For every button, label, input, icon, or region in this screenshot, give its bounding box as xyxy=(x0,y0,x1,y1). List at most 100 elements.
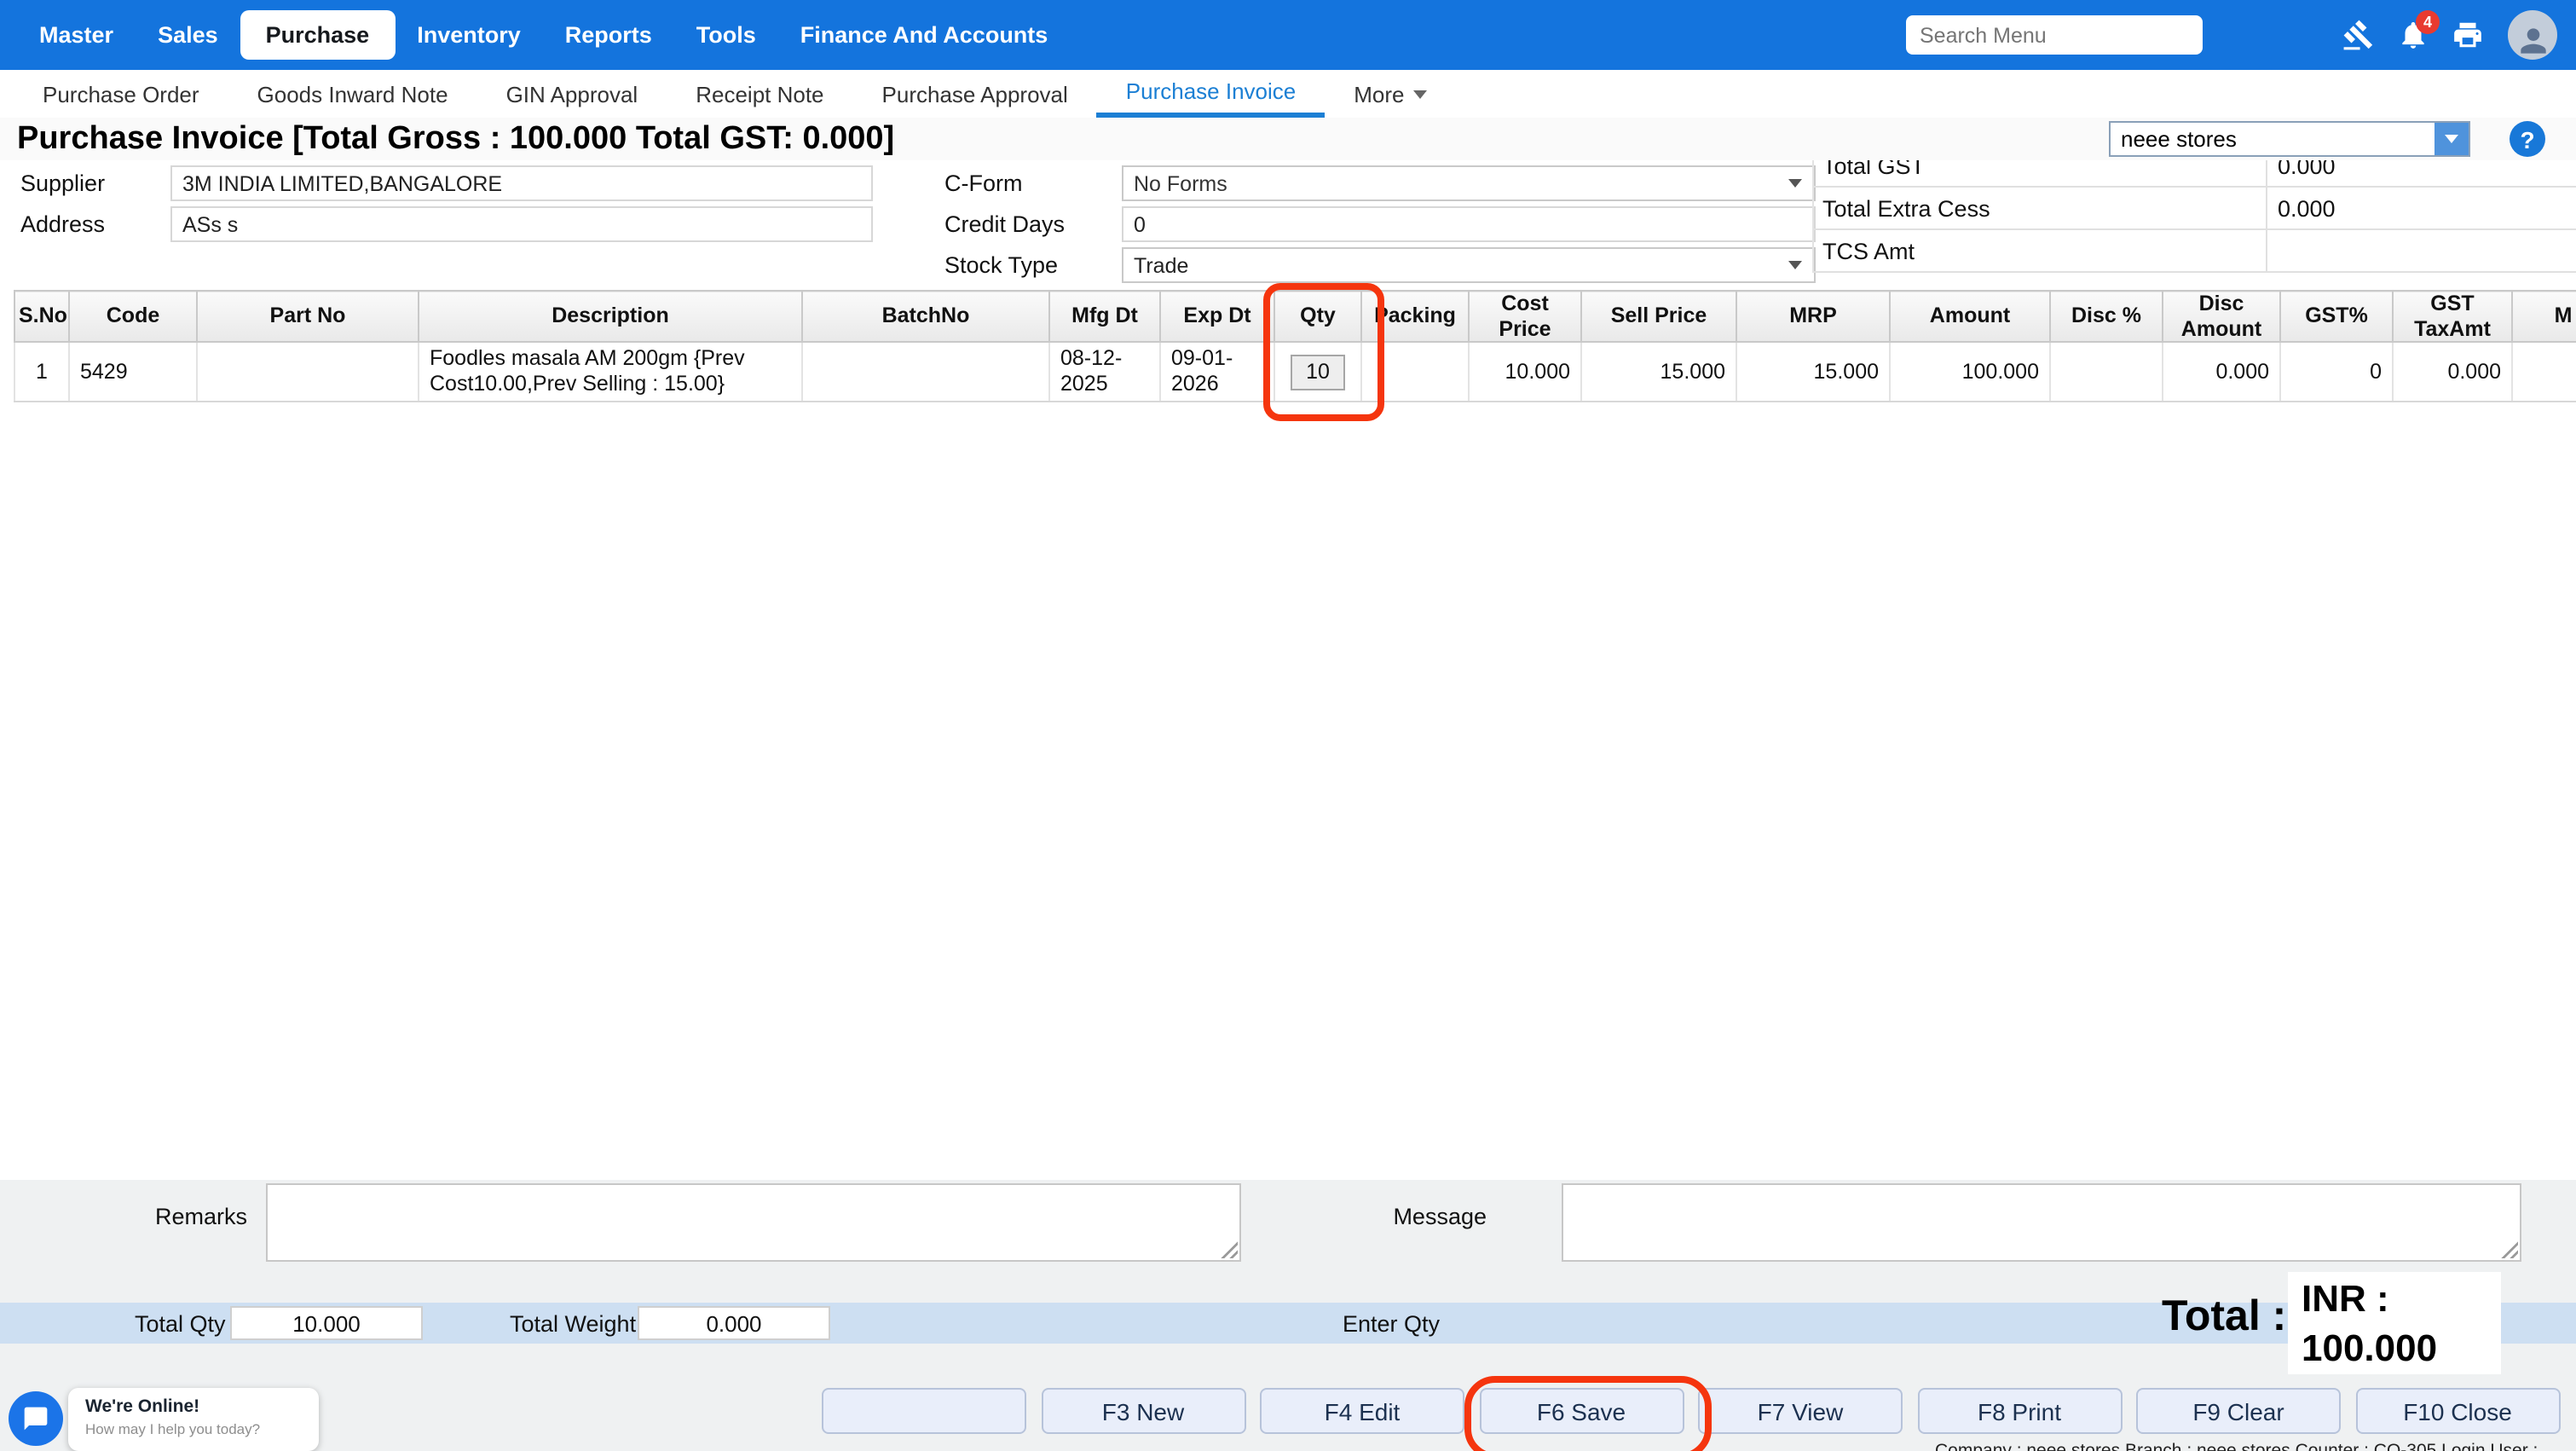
col-m: M xyxy=(2512,291,2576,342)
total-weight-label: Total Weight xyxy=(510,1303,636,1344)
cell-gst-pct[interactable]: 0 xyxy=(2280,342,2393,402)
remarks-label: Remarks xyxy=(155,1204,247,1229)
cell-gst-taxamt[interactable]: 0.000 xyxy=(2393,342,2512,402)
col-mrp: MRP xyxy=(1736,291,1890,342)
cell-mrp[interactable]: 15.000 xyxy=(1736,342,1890,402)
cell-exp-dt[interactable]: 09-01-2026 xyxy=(1160,342,1274,402)
screen: Master Sales Purchase Inventory Reports … xyxy=(0,0,2576,1451)
credit-days-input[interactable] xyxy=(1122,206,1816,242)
qty-input[interactable]: 10 xyxy=(1291,354,1345,390)
total-qty-input[interactable] xyxy=(230,1306,423,1340)
supplier-label: Supplier xyxy=(20,165,105,201)
nav-tools[interactable]: Tools xyxy=(674,22,778,48)
chat-status-title: We're Online! xyxy=(85,1396,302,1417)
f9-clear-button[interactable]: F9 Clear xyxy=(2136,1388,2341,1434)
gavel-icon[interactable] xyxy=(2339,16,2377,54)
cell-packing[interactable] xyxy=(1361,342,1469,402)
nav-sales[interactable]: Sales xyxy=(136,22,240,48)
cell-qty[interactable]: 10 xyxy=(1274,342,1361,402)
nav-purchase[interactable]: Purchase xyxy=(240,10,396,60)
chevron-down-icon xyxy=(1788,261,1802,269)
tab-more[interactable]: More xyxy=(1325,70,1455,118)
tab-purchase-approval[interactable]: Purchase Approval xyxy=(853,70,1097,118)
cell-disc-amount[interactable]: 0.000 xyxy=(2163,342,2280,402)
col-code: Code xyxy=(69,291,197,342)
chat-icon xyxy=(22,1405,49,1432)
f10-close-button[interactable]: F10 Close xyxy=(2355,1388,2560,1434)
store-selector[interactable]: neee stores xyxy=(2109,121,2470,157)
f3-new-button[interactable]: F3 New xyxy=(1041,1388,1245,1434)
col-gst-taxamt: GST TaxAmt xyxy=(2393,291,2512,342)
cform-select-value: No Forms xyxy=(1123,171,1788,195)
gst-summary-panel: Total GST 0.000 Total Extra Cess 0.000 T… xyxy=(1812,145,2576,273)
invoice-items-table-wrap: S.No Code Part No Description BatchNo Mf… xyxy=(14,290,2576,402)
nav-reports[interactable]: Reports xyxy=(543,22,674,48)
address-label: Address xyxy=(20,206,105,242)
topnav-right-cluster: 4 xyxy=(1906,10,2576,60)
top-navigation: Master Sales Purchase Inventory Reports … xyxy=(0,0,2576,70)
tab-purchase-order[interactable]: Purchase Order xyxy=(14,70,228,118)
nav-master[interactable]: Master xyxy=(17,22,136,48)
col-mfg-dt: Mfg Dt xyxy=(1049,291,1160,342)
chat-status-card[interactable]: We're Online! How may I help you today? xyxy=(68,1388,319,1451)
nav-inventory[interactable]: Inventory xyxy=(395,22,543,48)
total-extra-cess-label: Total Extra Cess xyxy=(1814,195,1990,221)
grand-total-box: INR : 100.000 xyxy=(2288,1272,2501,1374)
message-textarea-wrap xyxy=(1562,1183,2521,1262)
printer-icon[interactable] xyxy=(2448,16,2486,54)
remarks-textarea[interactable] xyxy=(266,1183,1241,1262)
invoice-header-form: Supplier Address C-Form No Forms Credit … xyxy=(0,160,2576,290)
bell-icon[interactable]: 4 xyxy=(2394,16,2431,54)
blank-button[interactable] xyxy=(822,1388,1026,1434)
cell-description[interactable]: Foodles masala AM 200gm {Prev Cost10.00,… xyxy=(419,342,802,402)
nav-finance-and-accounts[interactable]: Finance And Accounts xyxy=(778,22,1071,48)
tab-gin-approval[interactable]: GIN Approval xyxy=(477,70,667,118)
cform-select[interactable]: No Forms xyxy=(1122,165,1816,201)
f6-save-button[interactable]: F6 Save xyxy=(1479,1388,1684,1434)
table-row[interactable]: 1 5429 Foodles masala AM 200gm {Prev Cos… xyxy=(14,342,2576,402)
supplier-input[interactable] xyxy=(170,165,873,201)
f8-print-button[interactable]: F8 Print xyxy=(1917,1388,2122,1434)
grand-total-currency: INR : xyxy=(2302,1275,2487,1324)
total-qty-label: Total Qty xyxy=(135,1303,226,1344)
col-sno: S.No xyxy=(14,291,69,342)
cell-mfg-dt[interactable]: 08-12-2025 xyxy=(1049,342,1160,402)
function-button-bar: F3 New F4 Edit F6 Save F7 View F8 Print … xyxy=(0,1388,2576,1437)
f7-view-button[interactable]: F7 View xyxy=(1698,1388,1903,1434)
user-avatar[interactable] xyxy=(2508,10,2557,60)
total-extra-cess-row: Total Extra Cess 0.000 xyxy=(1814,188,2576,230)
cell-part-no[interactable] xyxy=(197,342,419,402)
page-title: Purchase Invoice [Total Gross : 100.000 … xyxy=(0,120,894,158)
message-label: Message xyxy=(1364,1204,1487,1229)
total-weight-input[interactable] xyxy=(638,1306,830,1340)
stock-type-label: Stock Type xyxy=(944,247,1058,283)
credit-days-label: Credit Days xyxy=(944,206,1065,242)
tab-receipt-note[interactable]: Receipt Note xyxy=(667,70,852,118)
tab-goods-inward-note[interactable]: Goods Inward Note xyxy=(228,70,477,118)
cell-m[interactable] xyxy=(2512,342,2576,402)
help-icon[interactable]: ? xyxy=(2510,121,2545,157)
store-selector-value: neee stores xyxy=(2111,126,2434,152)
totals-bar: Total Qty Total Weight Enter Qty Total :… xyxy=(0,1303,2576,1344)
cell-disc-pct[interactable] xyxy=(2050,342,2163,402)
message-textarea[interactable] xyxy=(1562,1183,2521,1262)
col-description: Description xyxy=(419,291,802,342)
tab-more-label: More xyxy=(1354,81,1404,107)
f4-edit-button[interactable]: F4 Edit xyxy=(1260,1388,1464,1434)
cell-batch-no[interactable] xyxy=(802,342,1049,402)
address-input[interactable] xyxy=(170,206,873,242)
col-batch-no: BatchNo xyxy=(802,291,1049,342)
cell-cost-price[interactable]: 10.000 xyxy=(1469,342,1581,402)
stock-type-select[interactable]: Trade xyxy=(1122,247,1816,283)
cell-code[interactable]: 5429 xyxy=(69,342,197,402)
cell-sell-price[interactable]: 15.000 xyxy=(1581,342,1736,402)
chat-launcher[interactable] xyxy=(9,1391,63,1446)
tcs-amt-label: TCS Amt xyxy=(1814,238,1915,263)
store-selector-arrow-icon[interactable] xyxy=(2434,123,2469,155)
cell-amount[interactable]: 100.000 xyxy=(1890,342,2050,402)
tab-purchase-invoice[interactable]: Purchase Invoice xyxy=(1097,70,1325,118)
col-disc-amount: Disc Amount xyxy=(2163,291,2280,342)
search-menu-input[interactable] xyxy=(1906,15,2203,55)
table-header-row: S.No Code Part No Description BatchNo Mf… xyxy=(14,291,2576,342)
grand-total-label: Total : xyxy=(2162,1292,2286,1342)
